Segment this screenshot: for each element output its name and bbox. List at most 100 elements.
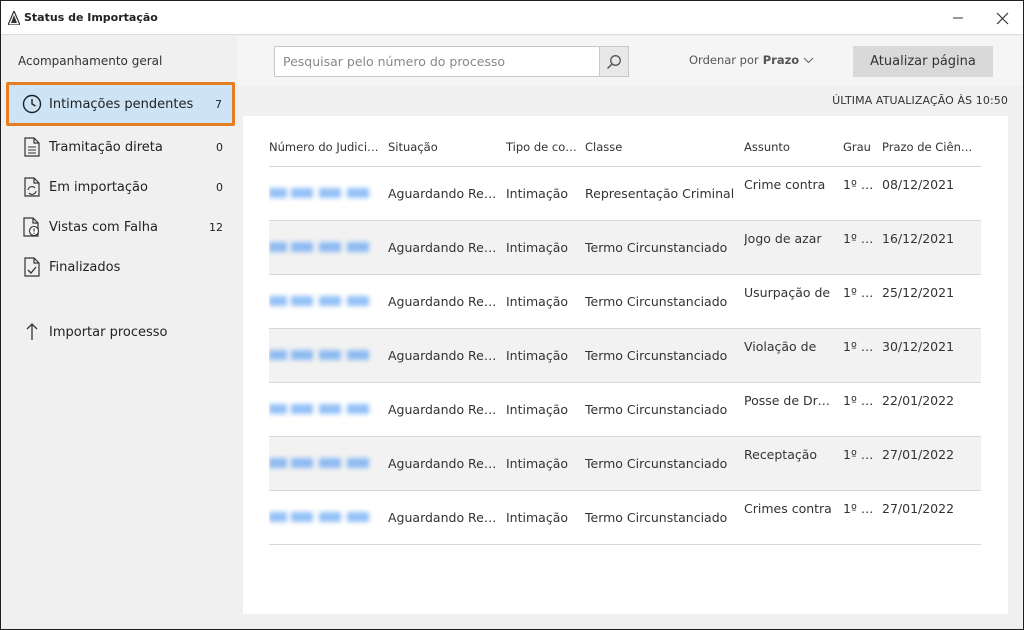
redacted-process-number[interactable]: [269, 187, 369, 198]
redacted-process-number[interactable]: [269, 511, 369, 522]
sidebar-heading: Acompanhamento geral: [18, 54, 163, 68]
intimacoes-table: Número do Judiciário Situação Tipo de co…: [269, 128, 981, 545]
upload-arrow-icon: [21, 321, 43, 343]
column-header-tipo[interactable]: Tipo de comunicação: [506, 128, 585, 167]
cell-numero[interactable]: [269, 274, 388, 329]
window-title: Status de Importação: [24, 11, 158, 24]
results-panel: Número do Judiciário Situação Tipo de co…: [243, 116, 1008, 614]
cell-tipo: Intimação: [506, 166, 585, 221]
document-check-icon: [21, 256, 43, 278]
cell-numero[interactable]: [269, 382, 388, 437]
last-updated-text: ÚLTIMA ATUALIZAÇÃO ÀS 10:50: [832, 94, 1008, 107]
sidebar-item-label: Em importação: [49, 179, 148, 195]
redacted-process-number[interactable]: [269, 241, 369, 252]
cell-grau: 1º Grau: [843, 328, 882, 383]
import-process-label: Importar processo: [49, 324, 168, 340]
column-header-classe[interactable]: Classe: [585, 128, 744, 167]
cell-grau: 1º Grau: [843, 166, 882, 221]
refresh-page-button[interactable]: Atualizar página: [853, 46, 993, 77]
cell-assunto: Crime contra: [744, 166, 843, 221]
cell-assunto: Usurpação de: [744, 274, 843, 329]
document-sync-icon: [21, 176, 43, 198]
cell-numero[interactable]: [269, 328, 388, 383]
cell-prazo: 08/12/2021: [882, 166, 981, 221]
redacted-process-number[interactable]: [269, 295, 369, 306]
cell-prazo: 27/01/2022: [882, 436, 981, 491]
column-header-numero[interactable]: Número do Judiciário: [269, 128, 388, 167]
redacted-process-number[interactable]: [269, 349, 369, 360]
redacted-process-number[interactable]: [269, 457, 369, 468]
table-row[interactable]: Aguardando Resposta Intimação Termo Circ…: [269, 220, 981, 275]
close-icon: [996, 12, 1008, 24]
cell-situacao: Aguardando Resposta: [388, 220, 506, 275]
table-row[interactable]: Aguardando Resposta Intimação Termo Circ…: [269, 328, 981, 383]
sort-dropdown[interactable]: Ordenar por Prazo: [689, 53, 814, 67]
sidebar-item-label: Tramitação direta: [49, 139, 163, 155]
sidebar-item-count: 0: [216, 180, 223, 194]
column-header-prazo[interactable]: Prazo de Ciência: [882, 128, 981, 167]
cell-numero[interactable]: [269, 166, 388, 221]
cell-prazo: 25/12/2021: [882, 274, 981, 329]
sidebar-item-count: 12: [209, 220, 223, 234]
column-header-assunto[interactable]: Assunto: [744, 128, 843, 167]
cell-grau: 1º Grau: [843, 382, 882, 437]
main-content: Ordenar por Prazo Atualizar página ÚLTIM…: [237, 36, 1022, 629]
cell-numero[interactable]: [269, 490, 388, 545]
cell-grau: 1º Grau: [843, 490, 882, 545]
cell-classe: Termo Circunstanciado: [585, 328, 744, 383]
close-button[interactable]: [979, 1, 1024, 35]
table-row[interactable]: Aguardando Resposta Intimação Termo Circ…: [269, 274, 981, 329]
sidebar-item-intimacoes-pendentes[interactable]: Intimações pendentes 7: [6, 82, 235, 126]
import-process-button[interactable]: Importar processo: [9, 312, 233, 352]
cell-tipo: Intimação: [506, 328, 585, 383]
table-header-row: Número do Judiciário Situação Tipo de co…: [269, 128, 981, 167]
cell-grau: 1º Grau: [843, 220, 882, 275]
sidebar-item-label: Intimações pendentes: [49, 96, 194, 112]
cell-prazo: 22/01/2022: [882, 382, 981, 437]
cell-assunto: Receptação: [744, 436, 843, 491]
cell-numero[interactable]: [269, 220, 388, 275]
search-input[interactable]: [275, 47, 571, 76]
sort-label: Ordenar por: [689, 53, 759, 67]
minimize-icon: [953, 17, 963, 19]
cell-grau: 1º Grau: [843, 274, 882, 329]
minimize-button[interactable]: [935, 1, 981, 35]
document-icon: [21, 136, 43, 158]
cell-situacao: Aguardando Resposta: [388, 436, 506, 491]
search-button[interactable]: [599, 46, 629, 77]
cell-classe: Termo Circunstanciado: [585, 490, 744, 545]
cell-tipo: Intimação: [506, 220, 585, 275]
cell-situacao: Aguardando Resposta: [388, 490, 506, 545]
cell-classe: Termo Circunstanciado: [585, 436, 744, 491]
cell-prazo: 30/12/2021: [882, 328, 981, 383]
cell-numero[interactable]: [269, 436, 388, 491]
column-header-situacao[interactable]: Situação: [388, 128, 506, 167]
sidebar-item-vistas-com-falha[interactable]: Vistas com Falha 12: [9, 207, 233, 247]
cell-prazo: 27/01/2022: [882, 490, 981, 545]
clock-icon: [21, 93, 43, 115]
sidebar: Acompanhamento geral Intimações pendente…: [1, 36, 237, 629]
cell-tipo: Intimação: [506, 382, 585, 437]
sidebar-item-finalizados[interactable]: Finalizados: [9, 247, 233, 287]
toolbar: Ordenar por Prazo Atualizar página: [237, 36, 1022, 86]
cell-grau: 1º Grau: [843, 436, 882, 491]
table-row[interactable]: Aguardando Resposta Intimação Termo Circ…: [269, 436, 981, 491]
cell-situacao: Aguardando Resposta: [388, 274, 506, 329]
sidebar-item-em-importacao[interactable]: Em importação 0: [9, 167, 233, 207]
cell-classe: Termo Circunstanciado: [585, 274, 744, 329]
chevron-down-icon: [803, 57, 814, 63]
redacted-process-number[interactable]: [269, 403, 369, 414]
cell-situacao: Aguardando Resposta: [388, 382, 506, 437]
cell-tipo: Intimação: [506, 274, 585, 329]
cell-situacao: Aguardando Resposta: [388, 328, 506, 383]
sidebar-item-label: Vistas com Falha: [49, 219, 158, 235]
table-row[interactable]: Aguardando Resposta Intimação Representa…: [269, 166, 981, 221]
cell-classe: Termo Circunstanciado: [585, 382, 744, 437]
search-icon: [606, 54, 621, 69]
sort-value: Prazo: [762, 53, 800, 67]
sidebar-item-tramitacao-direta[interactable]: Tramitação direta 0: [9, 127, 233, 167]
column-header-grau[interactable]: Grau: [843, 128, 882, 167]
table-row[interactable]: Aguardando Resposta Intimação Termo Circ…: [269, 382, 981, 437]
cell-classe: Termo Circunstanciado: [585, 220, 744, 275]
table-row[interactable]: Aguardando Resposta Intimação Termo Circ…: [269, 490, 981, 545]
